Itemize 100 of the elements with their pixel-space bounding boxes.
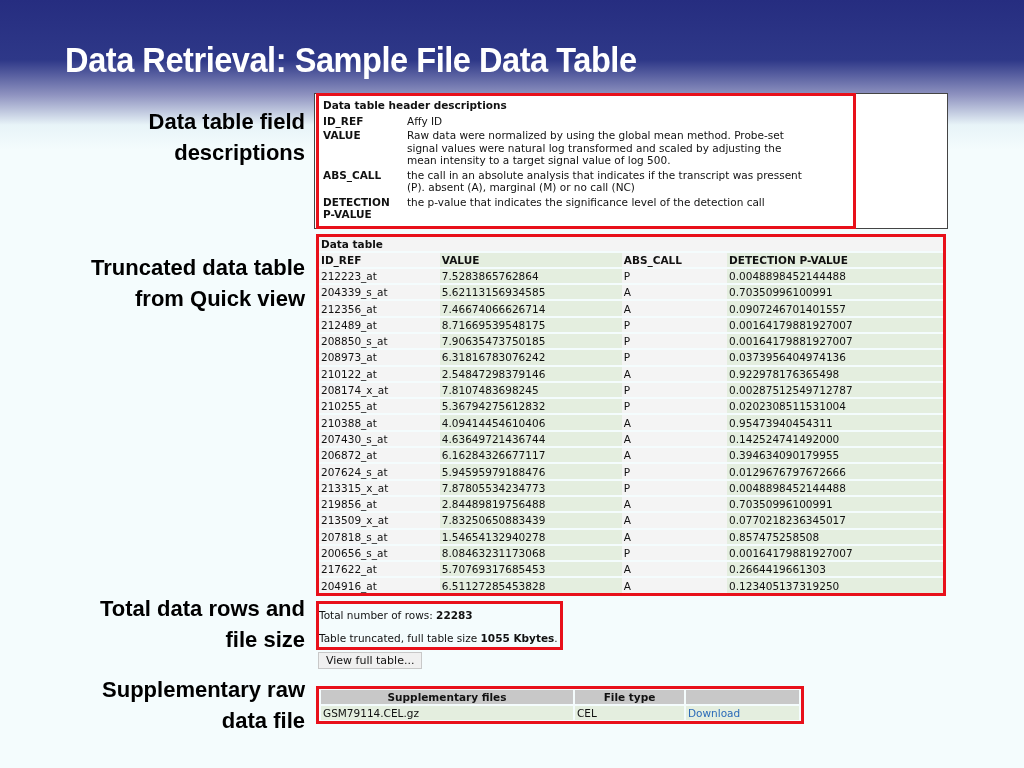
table-cell: 7.83250650883439 [439,513,622,528]
table-cell: 0.123405137319250 [727,578,943,593]
table-cell: 207624_s_at [319,464,440,479]
table-cell: 2.84489819756488 [439,496,622,512]
column-header: VALUE [439,252,622,267]
table-cell: 0.00287512549712787 [727,382,943,398]
table-cell: 7.46674066626714 [439,301,622,316]
callout-label: Data table field descriptions [147,108,305,167]
table-cell: 200656_s_at [319,545,440,561]
field-name: ABS_CALL [322,167,383,184]
table-cell: P [621,480,727,495]
table-cell: P [621,350,727,365]
table-cell: A [621,366,727,381]
table-cell: 212356_at [319,301,440,316]
table-cell: 0.142524741492000 [727,431,943,447]
callout-label: Supplementary raw data file [101,675,305,735]
table-cell: 0.0373956404974136 [727,350,943,365]
table-cell: 0.0048898452144488 [727,268,943,284]
table-cell: A [621,301,727,316]
table-cell: 0.0202308511531004 [727,399,943,414]
table-cell: 0.00164179881927007 [727,317,943,332]
table-cell: 219856_at [319,496,440,512]
table-cell: 6.51127285453828 [439,578,622,593]
table-cell: 208850_s_at [319,334,440,349]
table-cell: 0.857475258508 [727,529,943,544]
table-cell: 210255_at [319,399,440,414]
table-cell: 6.31816783076242 [439,350,622,365]
table-cell: 4.63649721436744 [439,431,622,447]
table-cell: A [621,448,727,463]
section-title: Data table header descriptions [322,98,508,113]
table-cell: P [621,382,727,398]
table-cell: 7.90635473750185 [439,334,622,349]
table-cell: 5.36794275612832 [439,399,622,414]
slide-title: Data Retrieval: Sample File Data Table [64,39,638,81]
table-cell: 2.54847298379146 [439,366,622,381]
table-cell: 0.394634090179955 [727,448,943,463]
table-cell: 207818_s_at [319,529,440,544]
callout-label: Truncated data table from Quick view [90,253,305,313]
table-cell: P [621,399,727,414]
table-cell: 0.00164179881927007 [727,545,943,561]
table-cell: 210388_at [319,415,440,430]
field-description: the p-value that indicates the significance level of the detection call [406,194,766,210]
table-cell: 5.94595979188476 [439,464,622,479]
table-cell: CEL [575,705,684,720]
table-cell: 1.54654132940278 [439,529,622,544]
table-cell: 0.95473940454311 [727,415,943,430]
download-link[interactable]: Download [688,706,741,719]
table-cell: 217622_at [319,562,440,577]
table-title: Data table [319,236,943,251]
table-cell: 4.09414454610406 [439,415,622,430]
table-cell: 208973_at [319,350,440,365]
field-description: the call in an absolute analysis that indicates if the transcript was pressent (P). absent (A), marginal (M) or no call (NC) [406,167,803,195]
view-full-table-button[interactable]: View full table... [318,651,423,669]
column-header: ID_REF [319,252,440,267]
column-header: DETECTION P-VALUE [727,252,943,267]
field-description: Affy ID [406,113,444,128]
table-cell: 5.70769317685453 [439,562,622,577]
table-cell: P [621,334,727,349]
row-count-text: Total number of rows: 22283 [319,607,474,622]
table-cell: 213509_x_at [319,513,440,528]
table-cell: A [621,285,727,300]
table-cell: 206872_at [319,448,440,463]
table-cell: 210122_at [319,366,440,381]
table-cell: 207430_s_at [319,431,440,447]
table-cell: P [621,545,727,561]
table-cell: P [621,464,727,479]
table-cell: 212489_at [319,317,440,332]
column-header: ABS_CALL [621,252,727,267]
table-cell: 208174_x_at [319,382,440,398]
table-cell: A [621,415,727,430]
field-name: VALUE [322,128,362,143]
table-cell: 204916_at [319,578,440,593]
table-cell: 0.00164179881927007 [727,334,943,349]
column-header: File type [575,689,684,704]
table-cell: A [621,529,727,544]
table-cell: 212223_at [319,268,440,284]
table-cell: 8.08463231173068 [439,545,622,561]
table-cell: A [621,562,727,577]
table-cell: 0.0907246701401557 [727,301,943,316]
table-cell: P [621,317,727,332]
table-cell: 0.70350996100991 [727,285,943,300]
field-description: Raw data were normalized by using the global mean method. Probe-set signal values were natural log transformed and scaled by adjusting the mean intensity to a target signal value of log 500. [406,128,785,168]
table-cell: 213315_x_at [319,480,440,495]
table-cell: 204339_s_at [319,285,440,300]
table-cell: A [621,496,727,512]
column-header: Supplementary files [321,689,573,704]
table-cell: 0.0770218236345017 [727,513,943,528]
table-cell: 0.2664419661303 [727,562,943,577]
table-cell: 0.0129676797672666 [727,464,943,479]
table-cell: 0.70350996100991 [727,496,943,512]
table-cell: A [621,431,727,447]
table-cell: GSM79114.CEL.gz [321,705,573,720]
table-cell: 7.5283865762864 [439,268,622,284]
table-cell: 5.62113156934585 [439,285,622,300]
callout-label: Total data rows and file size [99,594,305,654]
table-cell: 6.16284326677117 [439,448,622,463]
table-cell: A [621,513,727,528]
table-cell: 0.922978176365498 [727,366,943,381]
table-size-text: Table truncated, full table size 1055 Kbytes. [319,630,558,645]
table-cell: A [621,578,727,593]
